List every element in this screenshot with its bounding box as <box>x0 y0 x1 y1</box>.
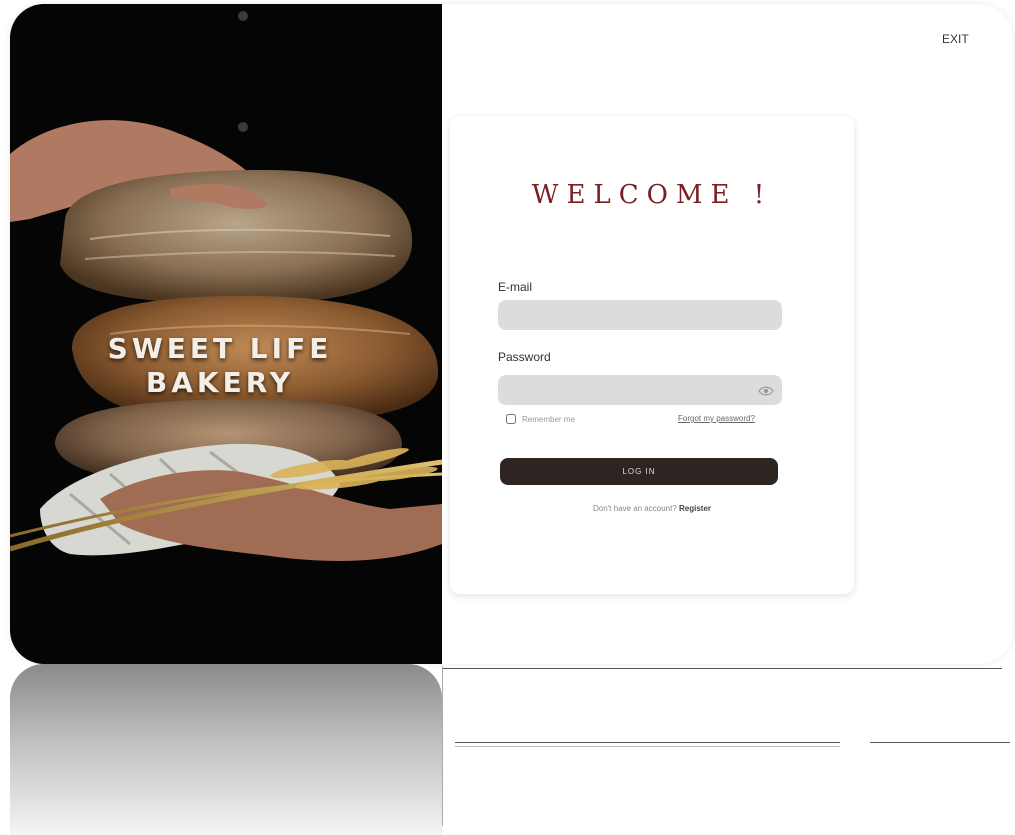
register-prompt: Don't have an account? <box>592 504 677 513</box>
app-window: SWEET LIFE BAKERY EXIT WELCOME ! E-mail … <box>10 4 1013 664</box>
login-card: WELCOME ! E-mail Password Remember me Fo… <box>450 116 854 594</box>
window-reflection <box>10 664 1013 835</box>
register-row: Don't have an account? Register <box>450 504 854 513</box>
email-input[interactable] <box>498 300 782 330</box>
forgot-password-link[interactable]: Forgot my password? <box>678 414 755 423</box>
exit-link[interactable]: EXIT <box>942 32 969 46</box>
reflection-image <box>10 664 442 835</box>
remember-label: Remember me <box>522 414 575 424</box>
password-input[interactable] <box>498 375 782 405</box>
reflection-line <box>870 742 1010 743</box>
shirt-button <box>238 122 248 132</box>
brand-line1: SWEET LIFE <box>107 332 333 365</box>
brand-line2: BAKERY <box>145 366 295 399</box>
password-label: Password <box>498 350 551 364</box>
reflection-line <box>455 746 840 747</box>
welcome-heading: WELCOME ! <box>531 180 773 210</box>
email-label: E-mail <box>498 280 533 294</box>
reflection-line <box>442 666 443 826</box>
remember-me[interactable]: Remember me <box>506 414 575 424</box>
remember-checkbox[interactable] <box>506 414 516 424</box>
shirt-button <box>238 11 248 21</box>
brand-logo: SWEET LIFE BAKERY <box>70 332 370 400</box>
eye-icon[interactable] <box>758 383 774 399</box>
register-link[interactable]: Register <box>679 504 711 513</box>
hero-image: SWEET LIFE BAKERY <box>10 4 442 664</box>
reflection-line <box>442 668 1002 669</box>
reflection-line <box>455 742 840 743</box>
login-button[interactable]: LOG IN <box>500 458 778 485</box>
